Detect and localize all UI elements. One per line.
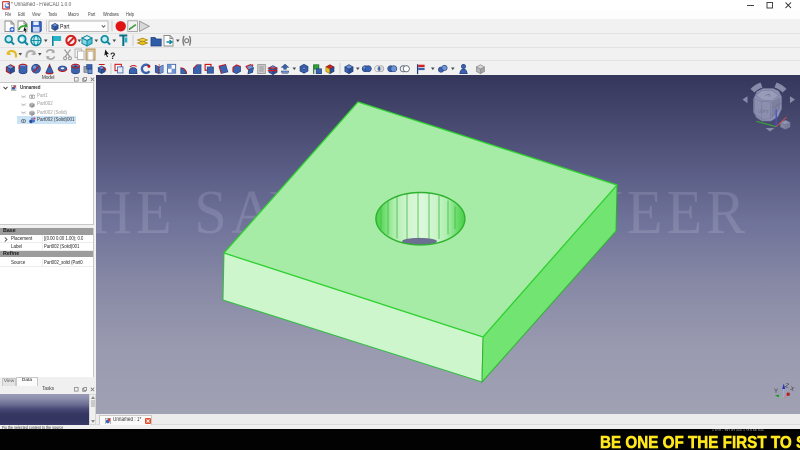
svg-text:Y: Y: [774, 389, 778, 395]
svg-text:?: ?: [110, 51, 116, 61]
svg-text:Z: Z: [784, 383, 789, 390]
svg-text:X: X: [789, 386, 795, 393]
svg-text:Part: Part: [60, 24, 70, 30]
